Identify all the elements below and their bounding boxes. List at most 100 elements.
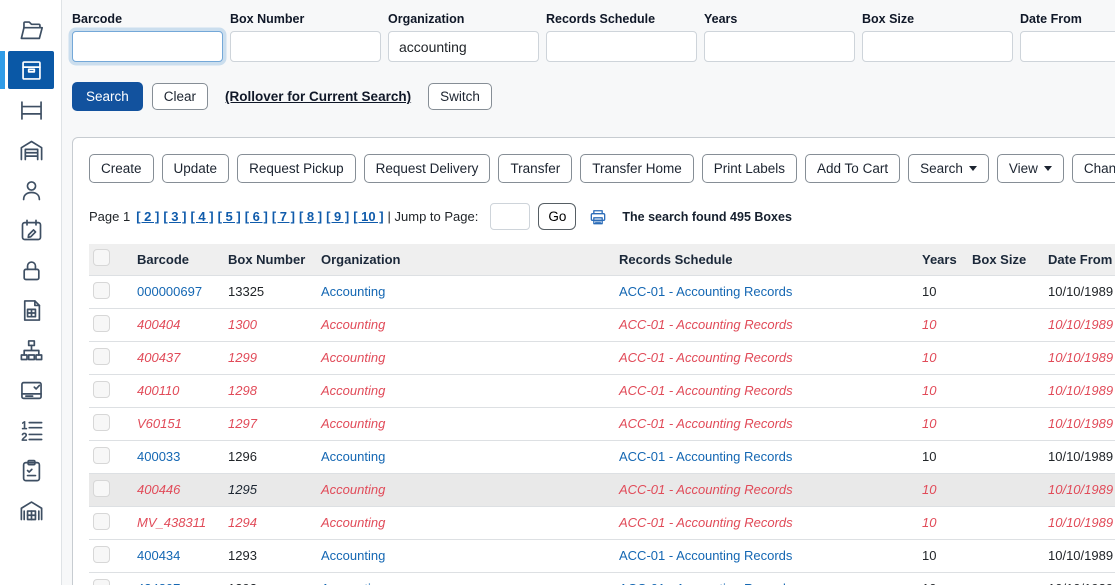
switch-button[interactable]: Switch	[428, 83, 492, 110]
transfer-button[interactable]: Transfer	[498, 154, 572, 183]
sidebar-item-warehouse[interactable]	[0, 130, 62, 170]
organization-cell[interactable]: Accounting	[317, 374, 615, 407]
row-checkbox[interactable]	[93, 447, 110, 464]
organization-cell-value[interactable]: Accounting	[321, 515, 385, 530]
page-link-9[interactable]: [ 9 ]	[326, 209, 349, 224]
sidebar-item-window-check[interactable]	[0, 370, 62, 410]
row-checkbox[interactable]	[93, 348, 110, 365]
view-button[interactable]: View	[997, 154, 1064, 183]
page-link-5[interactable]: [ 5 ]	[218, 209, 241, 224]
records-schedule-cell[interactable]: ACC-01 - Accounting Records	[615, 308, 918, 341]
organization-cell[interactable]: Accounting	[317, 308, 615, 341]
barcode-cell[interactable]: 400446	[133, 473, 224, 506]
barcode-cell-value[interactable]: 400033	[137, 449, 180, 464]
row-checkbox[interactable]	[93, 546, 110, 563]
barcode-cell-value[interactable]: 400110	[137, 383, 179, 398]
barcode-cell[interactable]: 400404	[133, 308, 224, 341]
records-schedule-cell[interactable]: ACC-01 - Accounting Records	[615, 341, 918, 374]
page-link-4[interactable]: [ 4 ]	[190, 209, 213, 224]
organization-cell[interactable]: Accounting	[317, 407, 615, 440]
records-schedule-cell-value[interactable]: ACC-01 - Accounting Records	[619, 581, 792, 585]
search-button[interactable]: Search	[908, 154, 989, 183]
barcode-cell[interactable]: 400033	[133, 440, 224, 473]
page-link-6[interactable]: [ 6 ]	[245, 209, 268, 224]
organization-cell-value[interactable]: Accounting	[321, 416, 385, 431]
page-link-3[interactable]: [ 3 ]	[163, 209, 186, 224]
request-delivery-button[interactable]: Request Delivery	[364, 154, 491, 183]
row-checkbox[interactable]	[93, 480, 110, 497]
print-labels-button[interactable]: Print Labels	[702, 154, 797, 183]
barcode-cell-value[interactable]: 000000697	[137, 284, 202, 299]
records-schedule-cell-value[interactable]: ACC-01 - Accounting Records	[619, 416, 793, 431]
barcode-cell[interactable]: 400437	[133, 341, 224, 374]
records-schedule-cell[interactable]: ACC-01 - Accounting Records	[615, 506, 918, 539]
barcode-cell[interactable]: 400110	[133, 374, 224, 407]
organization-cell-value[interactable]: Accounting	[321, 449, 385, 464]
organization-cell[interactable]: Accounting	[317, 473, 615, 506]
records-schedule-cell-value[interactable]: ACC-01 - Accounting Records	[619, 350, 793, 365]
date-from-input[interactable]	[1020, 31, 1115, 62]
add-to-cart-button[interactable]: Add To Cart	[805, 154, 900, 183]
row-checkbox[interactable]	[93, 315, 110, 332]
sidebar-item-shelf[interactable]	[0, 90, 62, 130]
organization-cell-value[interactable]: Accounting	[321, 350, 385, 365]
sidebar-item-warehouse-box[interactable]	[0, 490, 62, 530]
organization-cell-value[interactable]: Accounting	[321, 482, 385, 497]
organization-cell[interactable]: Accounting	[317, 572, 615, 585]
organization-cell[interactable]: Accounting	[317, 275, 615, 308]
barcode-cell-value[interactable]: 400446	[137, 482, 180, 497]
records-schedule-cell-value[interactable]: ACC-01 - Accounting Records	[619, 284, 792, 299]
organization-cell[interactable]: Accounting	[317, 440, 615, 473]
jump-to-page-input[interactable]	[490, 203, 530, 230]
organization-cell-value[interactable]: Accounting	[321, 317, 385, 332]
records-schedule-cell-value[interactable]: ACC-01 - Accounting Records	[619, 548, 792, 563]
years-input[interactable]	[704, 31, 855, 62]
page-link-2[interactable]: [ 2 ]	[136, 209, 159, 224]
row-checkbox[interactable]	[93, 381, 110, 398]
sidebar-item-numbered-list[interactable]: 12	[0, 410, 62, 450]
organization-cell-value[interactable]: Accounting	[321, 383, 385, 398]
page-link-10[interactable]: [ 10 ]	[353, 209, 383, 224]
select-all-checkbox[interactable]	[93, 249, 110, 266]
records-schedule-cell[interactable]: ACC-01 - Accounting Records	[615, 572, 918, 585]
sidebar-item-folder-open[interactable]	[0, 10, 62, 50]
box-number-input[interactable]	[230, 31, 381, 62]
sidebar-item-person[interactable]	[0, 170, 62, 210]
row-checkbox[interactable]	[93, 513, 110, 530]
records-schedule-cell[interactable]: ACC-01 - Accounting Records	[615, 473, 918, 506]
organization-cell-value[interactable]: Accounting	[321, 284, 385, 299]
barcode-cell[interactable]: 400434	[133, 539, 224, 572]
records-schedule-cell-value[interactable]: ACC-01 - Accounting Records	[619, 515, 793, 530]
records-schedule-cell[interactable]: ACC-01 - Accounting Records	[615, 374, 918, 407]
page-link-8[interactable]: [ 8 ]	[299, 209, 322, 224]
barcode-cell-value[interactable]: 400434	[137, 548, 180, 563]
records-schedule-cell[interactable]: ACC-01 - Accounting Records	[615, 275, 918, 308]
row-checkbox[interactable]	[93, 579, 110, 585]
row-checkbox[interactable]	[93, 414, 110, 431]
organization-cell[interactable]: Accounting	[317, 506, 615, 539]
update-button[interactable]: Update	[162, 154, 230, 183]
barcode-cell-value[interactable]: 400404	[137, 317, 180, 332]
search-button[interactable]: Search	[72, 82, 143, 111]
barcode-input[interactable]	[72, 31, 223, 62]
organization-cell-value[interactable]: Accounting	[321, 581, 385, 585]
barcode-cell-value[interactable]: V60151	[137, 416, 182, 431]
barcode-cell[interactable]: 000000697	[133, 275, 224, 308]
barcode-cell-value[interactable]: 400437	[137, 350, 180, 365]
barcode-cell-value[interactable]: MV_438311	[137, 515, 206, 530]
records-schedule-cell[interactable]: ACC-01 - Accounting Records	[615, 407, 918, 440]
barcode-cell[interactable]: 434807	[133, 572, 224, 585]
sidebar-item-clipboard-check[interactable]	[0, 450, 62, 490]
box-size-input[interactable]	[862, 31, 1013, 62]
records-schedule-cell-value[interactable]: ACC-01 - Accounting Records	[619, 449, 792, 464]
records-schedule-cell-value[interactable]: ACC-01 - Accounting Records	[619, 383, 793, 398]
go-button[interactable]: Go	[538, 203, 576, 230]
printer-icon[interactable]	[588, 207, 608, 227]
sidebar-item-lock[interactable]	[0, 250, 62, 290]
barcode-cell[interactable]: V60151	[133, 407, 224, 440]
create-button[interactable]: Create	[89, 154, 154, 183]
sidebar-item-org-chart[interactable]	[0, 330, 62, 370]
barcode-cell[interactable]: MV_438311	[133, 506, 224, 539]
barcode-cell-value[interactable]: 434807	[137, 581, 180, 585]
transfer-home-button[interactable]: Transfer Home	[580, 154, 694, 183]
